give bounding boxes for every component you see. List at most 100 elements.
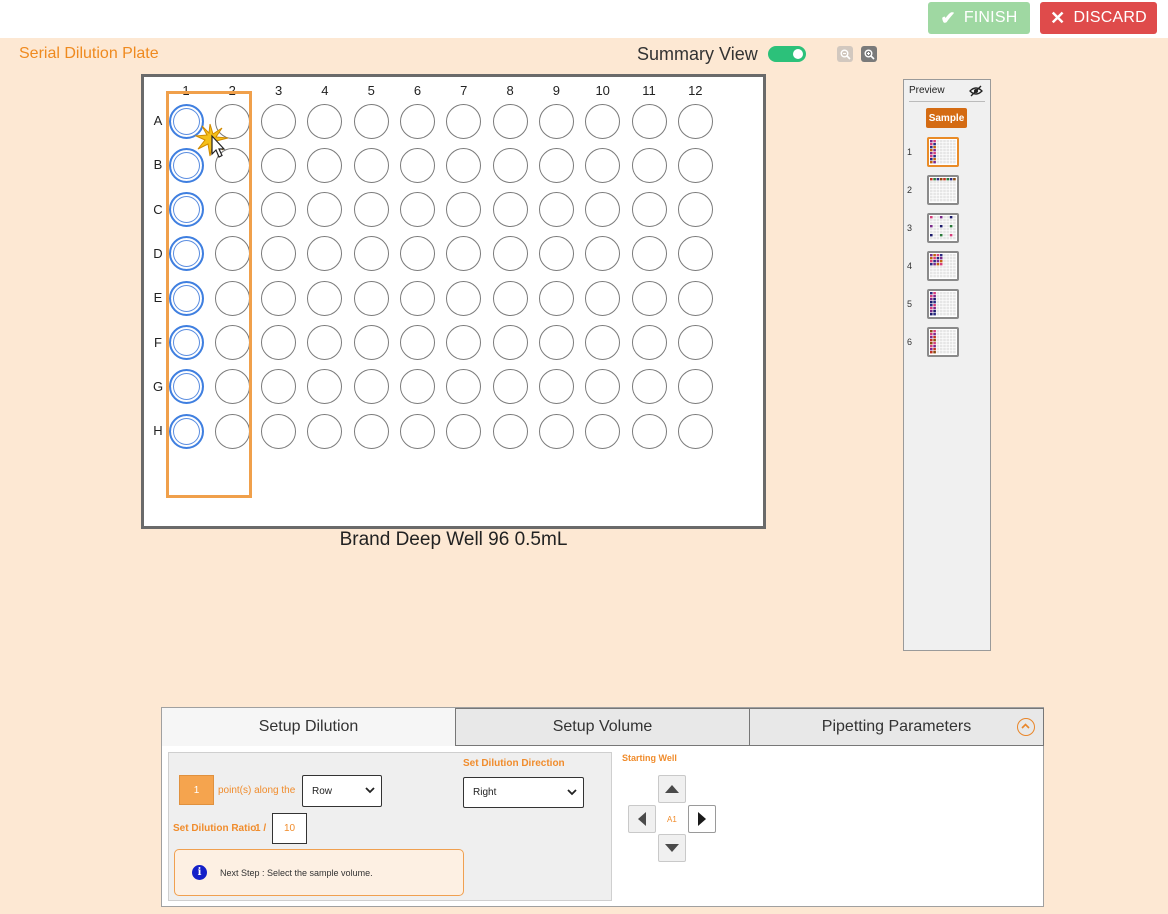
well[interactable]: [168, 369, 204, 405]
well[interactable]: [677, 103, 713, 139]
well[interactable]: [168, 192, 204, 228]
well[interactable]: [677, 147, 713, 183]
well[interactable]: [446, 147, 482, 183]
well[interactable]: [214, 369, 250, 405]
well[interactable]: [353, 280, 389, 316]
well[interactable]: [631, 192, 667, 228]
well[interactable]: [446, 325, 482, 360]
zoom-in-icon[interactable]: [861, 46, 877, 62]
well[interactable]: [214, 280, 250, 316]
well[interactable]: [307, 413, 343, 449]
well[interactable]: [446, 413, 482, 449]
sample-button[interactable]: Sample: [926, 108, 967, 128]
well[interactable]: [492, 147, 528, 183]
well[interactable]: [400, 369, 435, 405]
well[interactable]: [307, 369, 343, 405]
well[interactable]: [538, 236, 574, 272]
well[interactable]: [585, 369, 621, 405]
well[interactable]: [307, 236, 343, 272]
well[interactable]: [492, 413, 528, 449]
finish-button[interactable]: ✔ FINISH: [928, 2, 1030, 34]
preview-item[interactable]: 2: [907, 173, 988, 207]
well[interactable]: [631, 280, 667, 316]
tab-setup-dilution[interactable]: Setup Dilution: [162, 708, 456, 746]
well[interactable]: [446, 103, 482, 139]
well[interactable]: [261, 280, 297, 316]
preview-item[interactable]: 3: [907, 211, 988, 245]
well[interactable]: [400, 147, 435, 183]
well[interactable]: [538, 325, 574, 360]
well[interactable]: [261, 192, 297, 228]
well[interactable]: [631, 103, 667, 139]
well[interactable]: [446, 192, 482, 228]
well[interactable]: [446, 369, 482, 405]
well[interactable]: [168, 413, 204, 449]
well[interactable]: [631, 236, 667, 272]
well[interactable]: [631, 325, 667, 360]
well[interactable]: [261, 103, 297, 139]
well[interactable]: [261, 369, 297, 405]
well[interactable]: [677, 192, 713, 228]
well[interactable]: [400, 236, 435, 272]
well[interactable]: [631, 413, 667, 449]
ratio-input[interactable]: 10: [272, 813, 307, 844]
well[interactable]: [538, 413, 574, 449]
well[interactable]: [400, 413, 435, 449]
well[interactable]: [307, 147, 343, 183]
well[interactable]: [677, 236, 713, 272]
well[interactable]: [214, 192, 250, 228]
well[interactable]: [677, 280, 713, 316]
well[interactable]: [353, 147, 389, 183]
well[interactable]: [538, 369, 574, 405]
well[interactable]: [538, 147, 574, 183]
well[interactable]: [446, 236, 482, 272]
move-down-button[interactable]: [658, 834, 686, 862]
well[interactable]: [677, 325, 713, 360]
summary-view-toggle[interactable]: [768, 46, 806, 62]
move-right-button[interactable]: [688, 805, 716, 833]
well[interactable]: [353, 236, 389, 272]
discard-button[interactable]: ✕ DISCARD: [1040, 2, 1157, 34]
move-up-button[interactable]: [658, 775, 686, 803]
well[interactable]: [400, 192, 435, 228]
preview-item[interactable]: 5: [907, 287, 988, 321]
well[interactable]: [353, 103, 389, 139]
zoom-out-icon[interactable]: [837, 46, 853, 62]
well[interactable]: [261, 325, 297, 360]
well[interactable]: [631, 147, 667, 183]
direction-select[interactable]: Right: [463, 777, 584, 808]
well[interactable]: [585, 147, 621, 183]
well[interactable]: [353, 413, 389, 449]
move-left-button[interactable]: [628, 805, 656, 833]
well[interactable]: [400, 103, 435, 139]
tab-setup-volume[interactable]: Setup Volume: [455, 708, 750, 746]
well[interactable]: [492, 236, 528, 272]
well[interactable]: [677, 369, 713, 405]
well[interactable]: [261, 236, 297, 272]
well[interactable]: [353, 192, 389, 228]
well[interactable]: [538, 103, 574, 139]
preview-item[interactable]: 1: [907, 135, 988, 169]
well[interactable]: [677, 413, 713, 449]
chevron-up-icon[interactable]: [1017, 718, 1035, 736]
well[interactable]: [492, 369, 528, 405]
preview-item[interactable]: 4: [907, 249, 988, 283]
well[interactable]: [585, 280, 621, 316]
well[interactable]: [585, 236, 621, 272]
along-select[interactable]: Row: [302, 775, 382, 807]
well[interactable]: [585, 192, 621, 228]
well[interactable]: [585, 413, 621, 449]
well[interactable]: [492, 325, 528, 360]
well[interactable]: [585, 103, 621, 139]
preview-item[interactable]: 6: [907, 325, 988, 359]
well[interactable]: [446, 280, 482, 316]
well[interactable]: [261, 147, 297, 183]
well[interactable]: [631, 369, 667, 405]
well[interactable]: [400, 280, 435, 316]
well[interactable]: [538, 192, 574, 228]
well[interactable]: [307, 280, 343, 316]
well[interactable]: [538, 280, 574, 316]
well[interactable]: [585, 325, 621, 360]
well[interactable]: [353, 325, 389, 360]
well[interactable]: [492, 103, 528, 139]
